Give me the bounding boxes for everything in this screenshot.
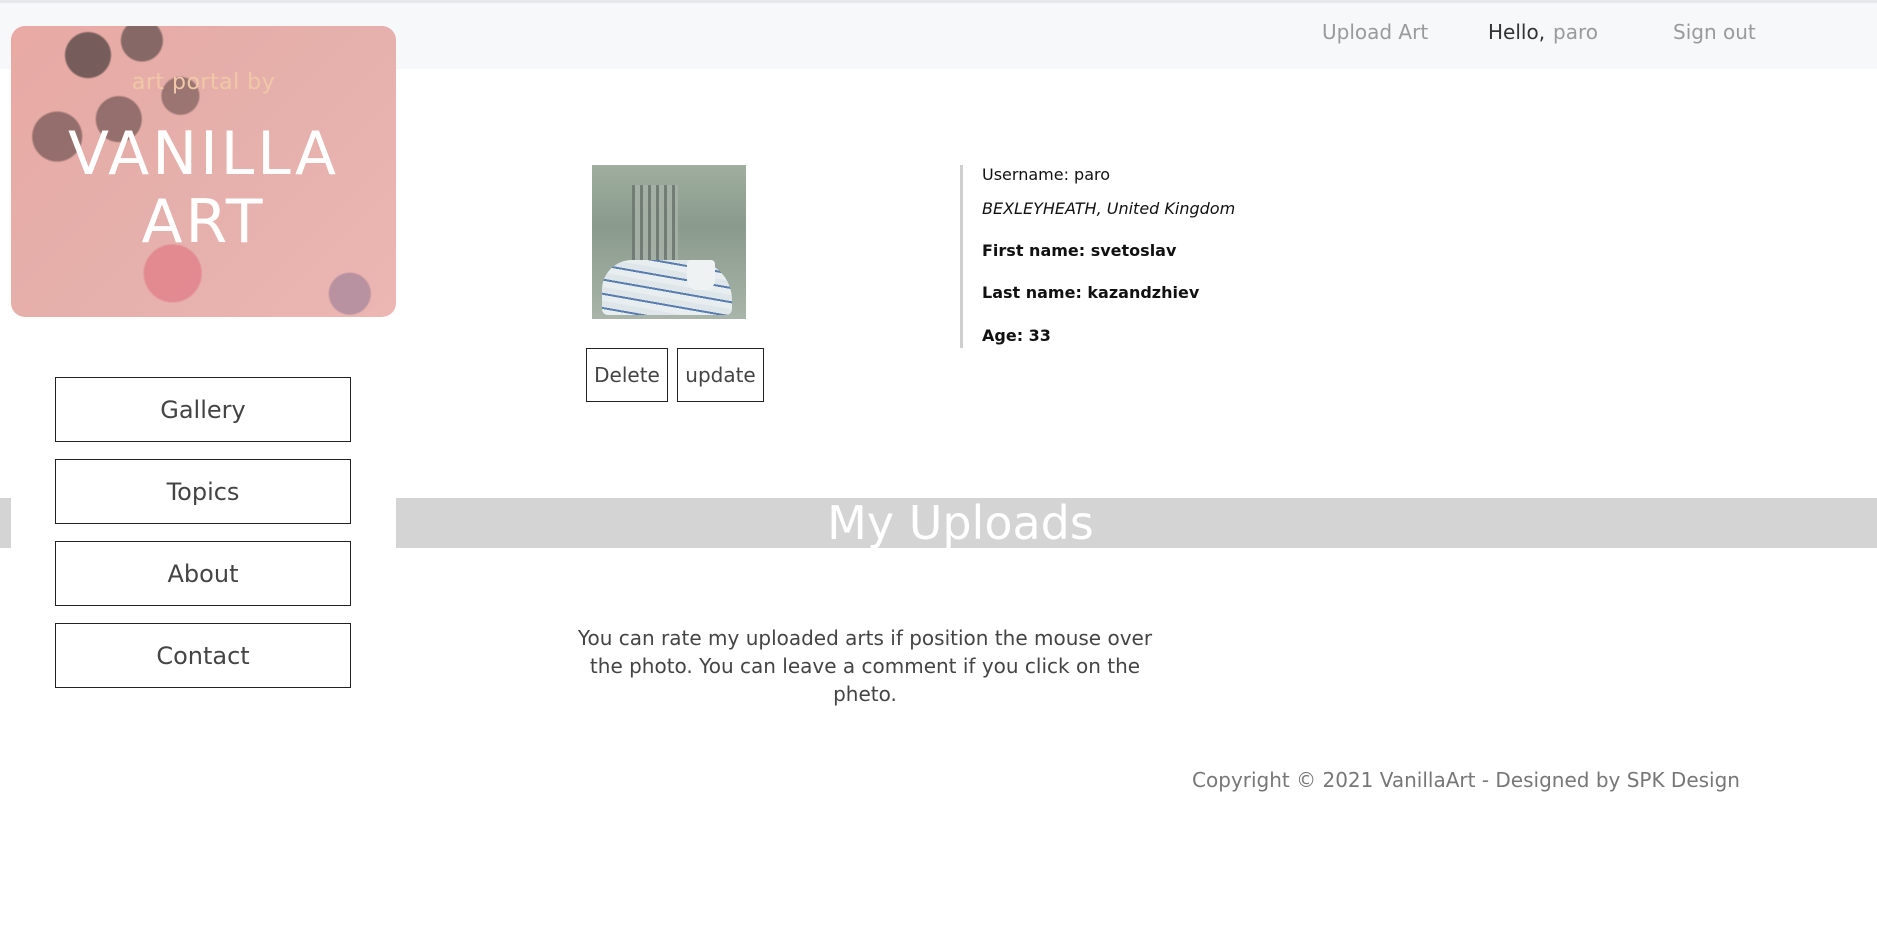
first-name-info: First name: svetoslav [982,241,1177,260]
profile-avatar [592,165,746,319]
sidebar-item-about[interactable]: About [55,541,351,606]
footer-copyright: Copyright © 2021 VanillaArt - Designed b… [1192,768,1740,792]
logo-title: VANILLA ART [11,120,396,256]
uploads-band-left [0,498,11,548]
last-name-info: Last name: kazandzhiev [982,283,1200,302]
delete-button[interactable]: Delete [586,348,668,402]
logo-title-line1: VANILLA [67,119,340,189]
logo-title-line2: ART [141,187,266,257]
uploads-note: You can rate my uploaded arts if positio… [577,626,1153,706]
uploads-title: My Uploads [827,496,1094,550]
hello-label: Hello, [1488,20,1546,44]
site-logo[interactable]: art portal by VANILLA ART [11,26,396,317]
sign-out-link[interactable]: Sign out [1673,20,1756,44]
age-info: Age: 33 [982,326,1051,345]
update-button[interactable]: update [677,348,764,402]
sidebar-item-contact[interactable]: Contact [55,623,351,688]
username-info: Username: paro [982,165,1111,184]
sidebar-item-gallery[interactable]: Gallery [55,377,351,442]
username-link[interactable]: paro [1553,20,1598,44]
upload-art-link[interactable]: Upload Art [1322,20,1428,44]
avatar-painting-cup [687,260,715,290]
profile-info: Username: paro BEXLEYHEATH, United Kingd… [960,165,1363,348]
logo-subtitle: art portal by [131,70,276,95]
location-info: BEXLEYHEATH, United Kingdom [982,199,1236,218]
sidebar-item-topics[interactable]: Topics [55,459,351,524]
